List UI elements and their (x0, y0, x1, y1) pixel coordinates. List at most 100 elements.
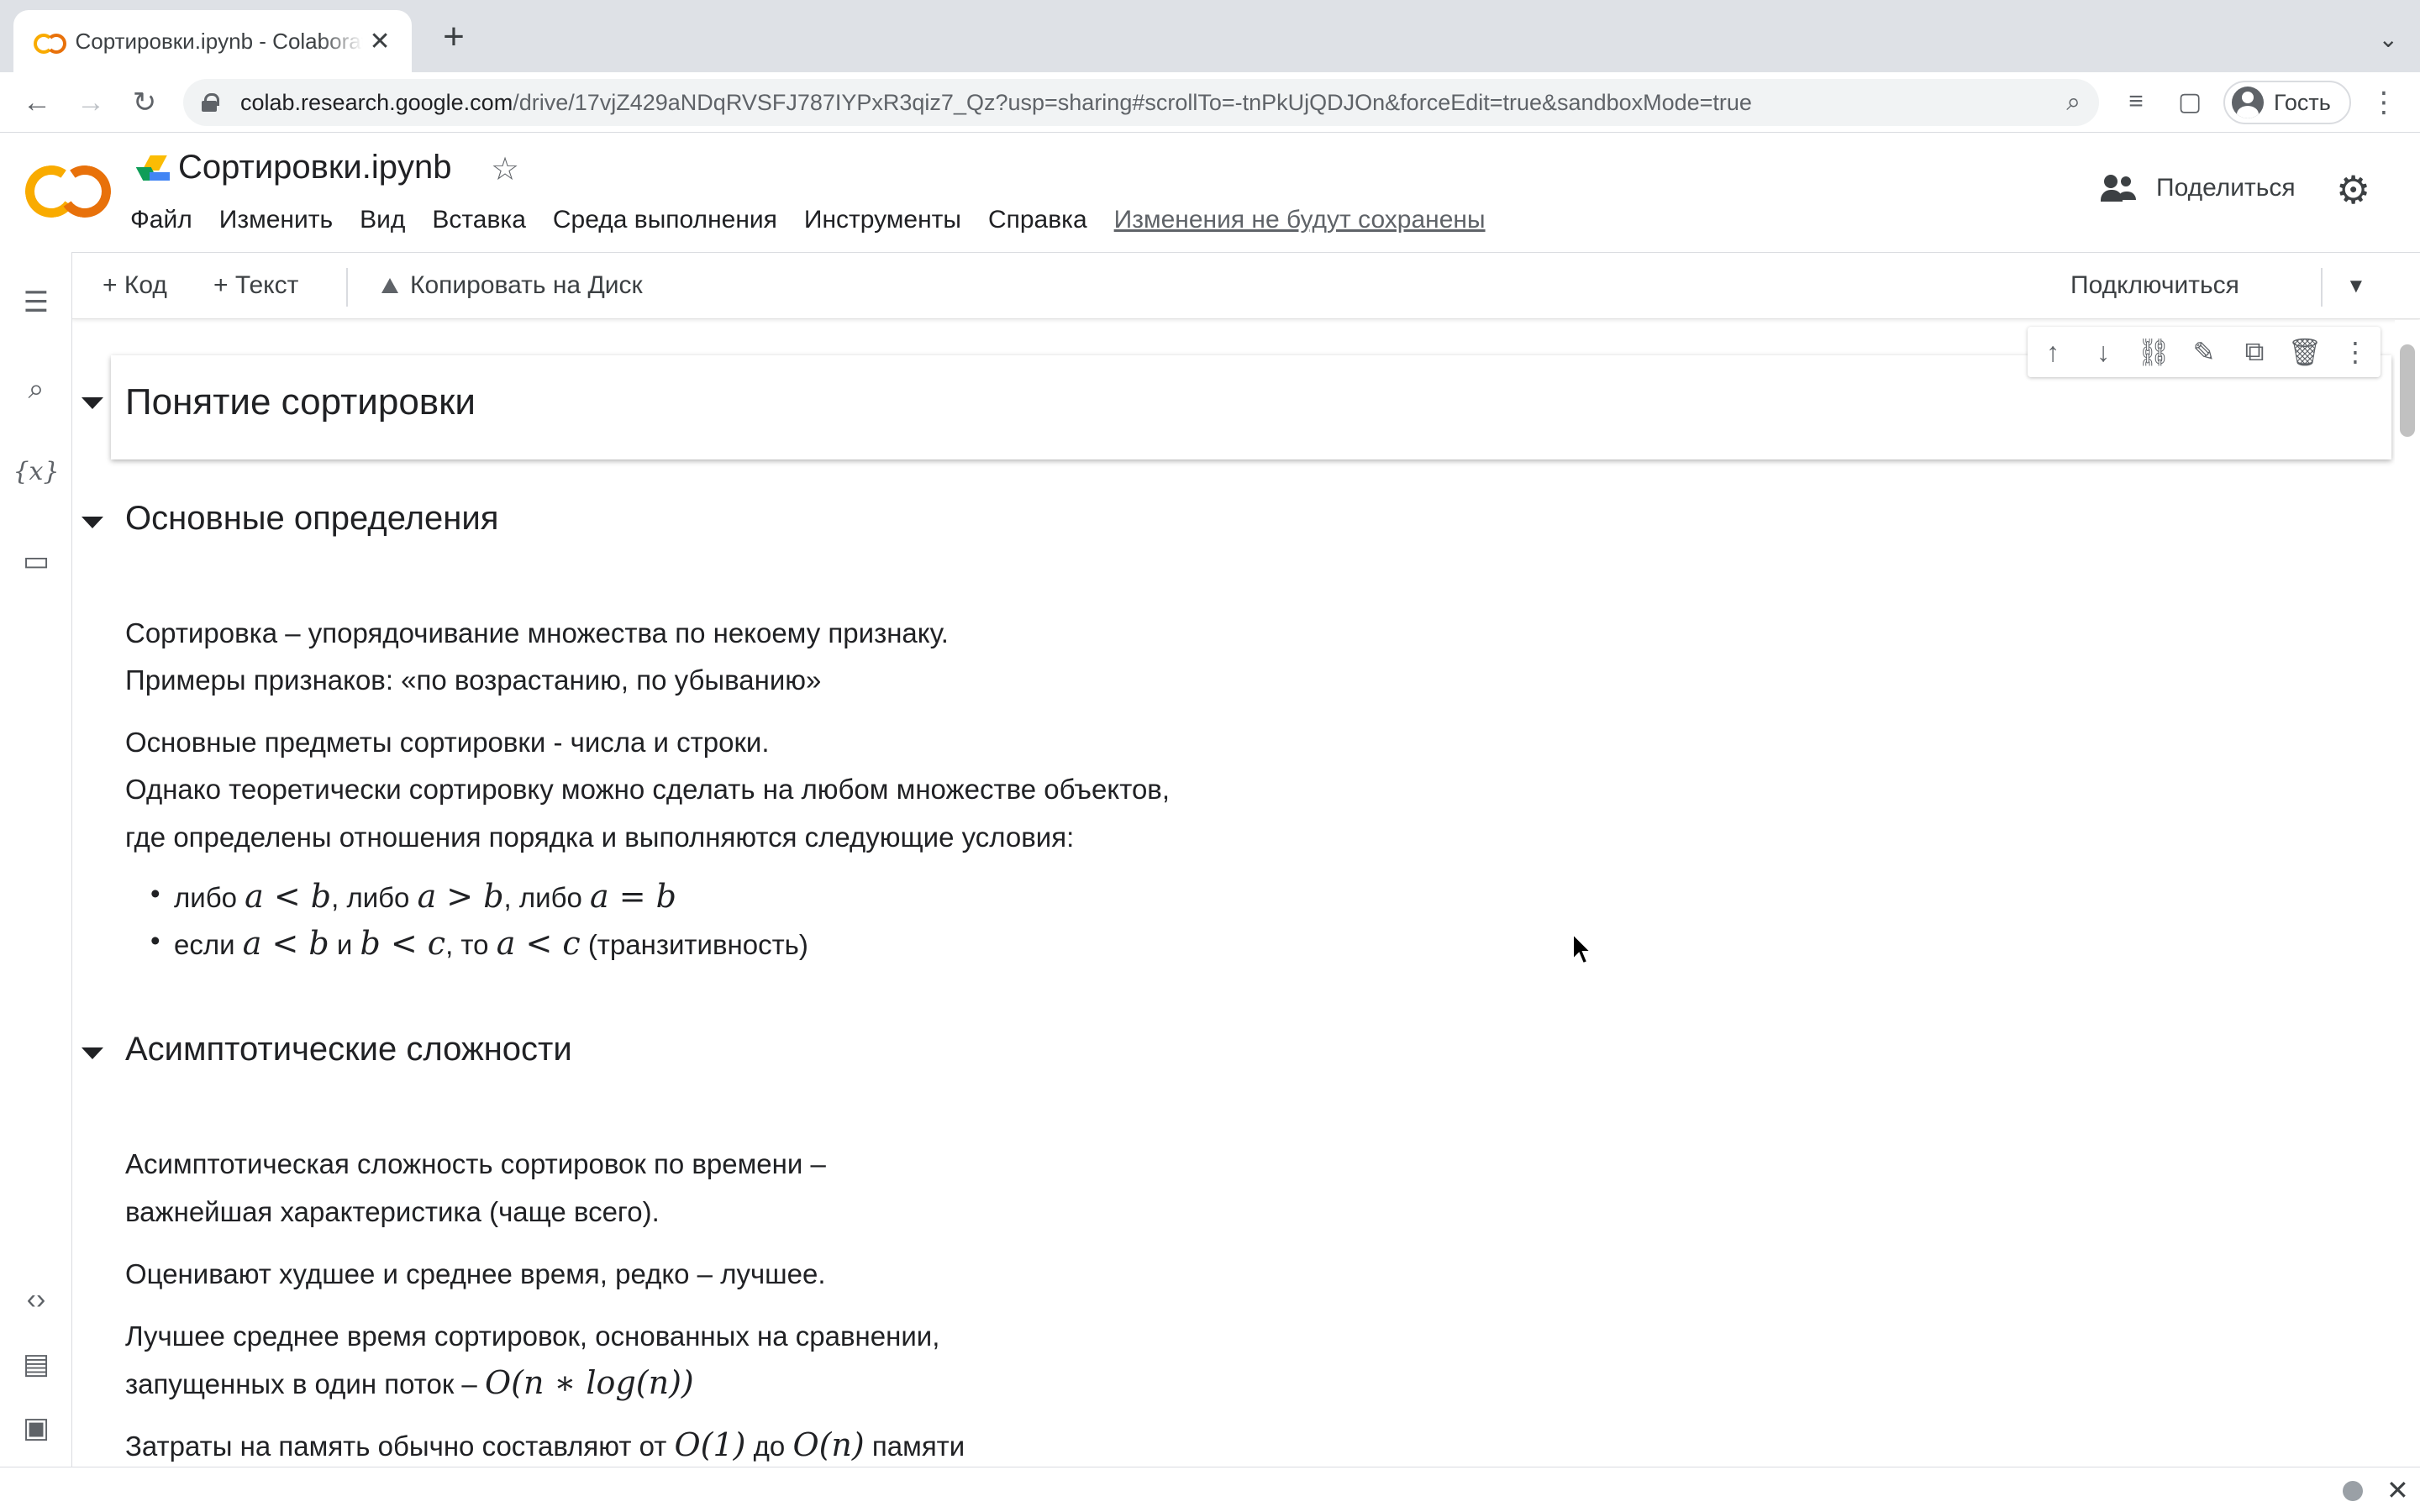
close-icon[interactable]: ✕ (2386, 1474, 2409, 1506)
edit-icon[interactable]: ✎ (2186, 336, 2223, 368)
tab-search-chevron-icon[interactable]: ⌄ (2379, 25, 2398, 53)
people-icon (2101, 175, 2138, 202)
math-expr: a = b (590, 878, 676, 915)
collapse-header-icon[interactable]: ⌃ (2415, 270, 2420, 303)
left-sidebar: ☰ ⌕ {x} ▭ ‹› ▤ ▣ (0, 252, 72, 1467)
forward-arrow-icon[interactable]: → (74, 86, 108, 119)
math-expr: O(n) (792, 1426, 865, 1463)
avatar-icon (2232, 87, 2264, 118)
text-line: Однако теоретически сортировку можно сде… (125, 774, 1170, 805)
menu-insert[interactable]: Вставка (432, 206, 526, 234)
cell-action-bar: ↑ ↓ ⛓ ✎ ⧉ 🗑 ⋮ (2028, 327, 2381, 377)
browser-tab-strip: Сортировки.ipynb - Colaboratory ✕ + ⌄ (0, 0, 2420, 72)
unsaved-changes-link[interactable]: Изменения не будут сохранены (1114, 206, 1486, 234)
toolbar-divider (346, 268, 348, 307)
folder-icon[interactable]: ▭ (0, 544, 72, 578)
collapse-caret-icon[interactable] (82, 397, 103, 409)
back-arrow-icon[interactable]: ← (20, 86, 54, 119)
more-icon[interactable]: ⋮ (2337, 336, 2374, 368)
menu-runtime[interactable]: Среда выполнения (553, 206, 777, 234)
colab-favicon-icon (34, 32, 66, 54)
link-icon[interactable]: ⛓ (2135, 336, 2172, 368)
lock-icon[interactable] (202, 93, 219, 112)
variables-icon[interactable]: {x} (0, 457, 72, 486)
copy-to-drive-button[interactable]: Копировать на Диск (380, 271, 643, 300)
math-expr: O(1) (674, 1426, 746, 1463)
math-expr: a < b (242, 925, 329, 962)
list-text: и (336, 929, 353, 960)
collapse-caret-icon[interactable] (82, 517, 103, 528)
toolbar-divider (2321, 268, 2323, 307)
reload-icon[interactable]: ↻ (128, 86, 161, 119)
arrow-down-icon[interactable]: ↓ (2085, 337, 2122, 368)
list-text: , либо (331, 882, 410, 913)
mirror-cell-icon[interactable]: ⧉ (2236, 336, 2273, 368)
copy-to-drive-label: Копировать на Диск (410, 271, 643, 299)
math-expr: b < c (360, 925, 446, 962)
colab-logo-icon[interactable] (25, 162, 104, 213)
list-text: либо (174, 882, 237, 913)
chevron-down-icon[interactable]: ▼ (2346, 275, 2366, 298)
add-text-button[interactable]: + Текст (213, 271, 298, 300)
reading-list-icon[interactable]: ≡ (2121, 87, 2151, 116)
terminal-icon[interactable]: ▣ (0, 1411, 72, 1445)
notebook-toolbar: + Код + Текст Копировать на Диск Подключ… (72, 252, 2420, 319)
math-expr: a > b (417, 878, 504, 915)
delete-icon[interactable]: 🗑 (2286, 336, 2323, 368)
search-icon[interactable]: ⌕ (0, 373, 72, 406)
notebook-title[interactable]: Сортировки.ipynb (178, 149, 452, 186)
scrollbar-track[interactable] (2395, 320, 2420, 1467)
math-expr: O(n ∗ log(n)) (484, 1364, 694, 1401)
math-expr: a < b (245, 878, 332, 915)
text-line: Сортировка – упорядочивание множества по… (125, 617, 949, 648)
table-of-contents-icon[interactable]: ☰ (0, 286, 72, 319)
profile-button[interactable]: Гость (2223, 81, 2351, 124)
url-text[interactable]: colab.research.google.com/drive/17vjZ429… (240, 90, 2058, 116)
scrollbar-thumb[interactable] (2400, 344, 2415, 437)
url-host: colab.research.google.com (240, 89, 513, 115)
menu-edit[interactable]: Изменить (219, 206, 333, 234)
math-expr: a < c (496, 925, 581, 962)
notebook-content: ↑ ↓ ⛓ ✎ ⧉ 🗑 ⋮ Понятие сортировки Основны… (73, 320, 2395, 1467)
colab-header: Сортировки.ipynb ☆ Файл Изменить Вид Вст… (0, 134, 2420, 251)
command-palette-icon[interactable]: ▤ (0, 1347, 72, 1381)
connect-button[interactable]: Подключиться (2070, 271, 2239, 300)
google-drive-icon[interactable] (135, 155, 170, 181)
list-text: если (174, 929, 235, 960)
list-item: либо a < b, либо a > b, либо a = b (150, 878, 676, 915)
menu-view[interactable]: Вид (360, 206, 405, 234)
heading-sorting-concept: Понятие сортировки (125, 381, 476, 423)
side-panel-icon[interactable]: ▢ (2175, 87, 2205, 117)
gear-icon[interactable]: ⚙ (2336, 167, 2370, 213)
address-bar[interactable]: colab.research.google.com/drive/17vjZ429… (183, 79, 2099, 126)
drive-icon (380, 278, 400, 295)
collapse-caret-icon[interactable] (82, 1047, 103, 1059)
browser-menu-icon[interactable]: ⋮ (2370, 86, 2398, 119)
share-button[interactable]: Поделиться (2101, 174, 2296, 202)
text-line: где определены отношения порядка и выпол… (125, 822, 1075, 853)
text-line: важнейшая характеристика (чаще всего). (125, 1196, 660, 1227)
tab-title: Сортировки.ipynb - Colaboratory (75, 28, 364, 54)
text-line: Оценивают худшее и среднее время, редко … (125, 1258, 826, 1289)
menu-tools[interactable]: Инструменты (804, 206, 961, 234)
text-fragment: запущенных в один поток – (125, 1368, 477, 1399)
text-line: Примеры признаков: «по возрастанию, по у… (125, 664, 822, 696)
text-fragment: памяти (871, 1431, 965, 1462)
list-item: если a < b и b < c, то a < c (транзитивн… (150, 925, 808, 962)
tab-close-icon[interactable]: ✕ (368, 27, 392, 56)
profile-name: Гость (2274, 89, 2331, 115)
zoom-icon[interactable]: ⌕ (2066, 88, 2081, 117)
menu-help[interactable]: Справка (988, 206, 1087, 234)
list-text: , то (445, 929, 489, 960)
text-line: Затраты на память обычно составляют от O… (125, 1421, 965, 1467)
star-icon[interactable]: ☆ (491, 150, 519, 188)
browser-tab-active[interactable]: Сортировки.ipynb - Colaboratory ✕ (13, 10, 412, 72)
new-tab-button[interactable]: + (437, 18, 471, 55)
text-line: Асимптотическая сложность сортировок по … (125, 1148, 826, 1179)
text-fragment: до (753, 1431, 786, 1462)
menu-file[interactable]: Файл (130, 206, 192, 234)
arrow-up-icon[interactable]: ↑ (2034, 337, 2071, 368)
code-snippets-icon[interactable]: ‹› (0, 1284, 72, 1316)
add-code-button[interactable]: + Код (103, 271, 167, 300)
list-text: (транзитивность) (587, 929, 808, 960)
